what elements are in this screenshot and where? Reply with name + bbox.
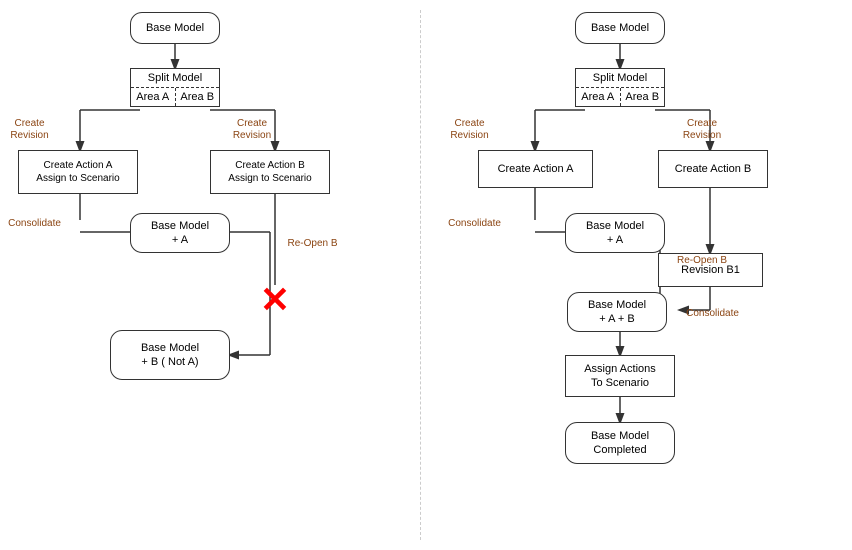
- left-create-revision-right: Create Revision: [222, 118, 282, 142]
- left-base-model-b: Base Model+ B ( Not A): [110, 330, 230, 380]
- right-base-model-ab: Base Model+ A + B: [567, 292, 667, 332]
- right-create-action-b: Create Action B: [658, 150, 768, 188]
- right-consolidate-left: Consolidate: [442, 218, 507, 230]
- right-create-action-a: Create Action A: [478, 150, 593, 188]
- right-area-b: Area B: [621, 88, 665, 106]
- right-base-model: Base Model: [575, 12, 665, 44]
- right-base-model-a: Base Model+ A: [565, 213, 665, 253]
- left-split-model: Split Model Area A Area B: [130, 68, 220, 107]
- left-red-x: ✕: [253, 278, 297, 322]
- right-consolidate-right: Consolidate: [680, 308, 745, 320]
- divider: [420, 10, 421, 540]
- right-area-a: Area A: [576, 88, 621, 106]
- right-base-model-completed: Base ModelCompleted: [565, 422, 675, 464]
- right-create-revision-right: CreateRevision: [672, 118, 732, 142]
- left-area-a: Area A: [131, 88, 176, 106]
- left-consolidate: Consolidate: [2, 218, 67, 230]
- diagram-container: Base Model Split Model Area A Area B Cre…: [0, 0, 852, 550]
- right-create-revision-left: CreateRevision: [442, 118, 497, 142]
- left-create-action-a: Create Action AAssign to Scenario: [18, 150, 138, 194]
- left-create-action-b: Create Action BAssign to Scenario: [210, 150, 330, 194]
- left-base-model: Base Model: [130, 12, 220, 44]
- right-reopen-b: Re-Open B: [672, 255, 732, 267]
- left-base-model-a: Base Model+ A: [130, 213, 230, 253]
- left-create-revision-left: Create Revision: [2, 118, 57, 142]
- left-area-b: Area B: [176, 88, 220, 106]
- right-assign-actions: Assign ActionsTo Scenario: [565, 355, 675, 397]
- right-split-model: Split Model Area A Area B: [575, 68, 665, 107]
- left-reopen-b: Re-Open B: [285, 238, 340, 250]
